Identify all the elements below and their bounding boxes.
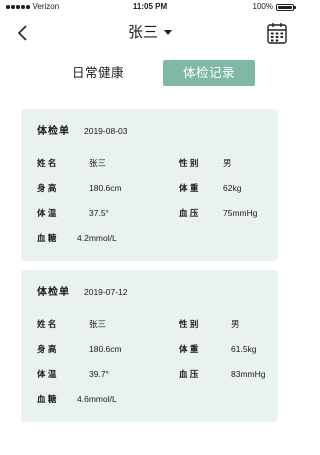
- tab-checkup-records[interactable]: 体检记录: [163, 60, 255, 86]
- caret-down-icon: [164, 29, 172, 35]
- row-name-gender: 姓 名 张三 性 别 男: [21, 317, 278, 331]
- height-value: 180.6cm: [89, 183, 122, 193]
- name-value: 张三: [89, 319, 107, 329]
- row-sugar: 血 糖 4.6mmol/L: [21, 392, 278, 406]
- blood-pressure-value: 75mmHg: [223, 208, 258, 218]
- calendar-icon: [267, 23, 287, 44]
- name-label: 姓 名: [37, 158, 57, 168]
- card-date: 2019-08-03: [84, 126, 128, 136]
- weight-label: 体 重: [179, 344, 199, 354]
- temperature-value: 39.7°: [89, 369, 109, 379]
- person-name: 张三: [127, 24, 158, 41]
- temperature-label: 体 温: [37, 208, 57, 218]
- row-height-weight: 身 高 180.6cm 体 重 62kg: [21, 181, 278, 195]
- status-right: 100%: [252, 0, 296, 14]
- gender-value: 男: [223, 158, 232, 168]
- blood-sugar-value: 4.2mmol/L: [77, 233, 117, 243]
- blood-sugar-label: 血 糖: [37, 394, 57, 404]
- name-label: 姓 名: [37, 319, 57, 329]
- battery-percent: 100%: [252, 2, 273, 11]
- blood-pressure-value: 83mmHg: [231, 369, 266, 379]
- card-header: 体检单 2019-07-12: [37, 285, 127, 300]
- checkup-card[interactable]: 体检单 2019-08-03 姓 名 张三 性 别 男 身 高 180.6cm 体…: [21, 109, 278, 261]
- tab-daily-health[interactable]: 日常健康: [58, 60, 138, 86]
- tab-bar: 日常健康 体检记录: [0, 60, 300, 90]
- name-value: 张三: [89, 158, 107, 168]
- status-bar: Verizon 11:05 PM 100%: [0, 0, 300, 14]
- weight-value: 61.5kg: [231, 344, 257, 354]
- row-sugar: 血 糖 4.2mmol/L: [21, 231, 278, 245]
- row-temp-pressure: 体 温 39.7° 血 压 83mmHg: [21, 367, 278, 381]
- gender-label: 性 别: [179, 158, 199, 168]
- person-selector[interactable]: 张三: [0, 22, 300, 44]
- nav-bar: 张三: [0, 14, 300, 52]
- calendar-button[interactable]: [266, 21, 288, 45]
- weight-value: 62kg: [223, 183, 242, 193]
- weight-label: 体 重: [179, 183, 199, 193]
- height-label: 身 高: [37, 344, 57, 354]
- temperature-label: 体 温: [37, 369, 57, 379]
- gender-label: 性 别: [179, 319, 199, 329]
- blood-pressure-label: 血 压: [179, 208, 199, 218]
- row-temp-pressure: 体 温 37.5° 血 压 75mmHg: [21, 206, 278, 220]
- gender-value: 男: [231, 319, 240, 329]
- temperature-value: 37.5°: [89, 208, 109, 218]
- blood-sugar-value: 4.6mmol/L: [77, 394, 117, 404]
- card-date: 2019-07-12: [84, 287, 128, 297]
- card-title: 体检单: [37, 126, 70, 137]
- card-title: 体检单: [37, 287, 70, 298]
- battery-icon: [276, 3, 296, 11]
- blood-sugar-label: 血 糖: [37, 233, 57, 243]
- height-value: 180.6cm: [89, 344, 122, 354]
- checkup-card[interactable]: 体检单 2019-07-12 姓 名 张三 性 别 男 身 高 180.6cm 体…: [21, 270, 278, 422]
- row-height-weight: 身 高 180.6cm 体 重 61.5kg: [21, 342, 278, 356]
- row-name-gender: 姓 名 张三 性 别 男: [21, 156, 278, 170]
- card-header: 体检单 2019-08-03: [37, 124, 127, 139]
- height-label: 身 高: [37, 183, 57, 193]
- blood-pressure-label: 血 压: [179, 369, 199, 379]
